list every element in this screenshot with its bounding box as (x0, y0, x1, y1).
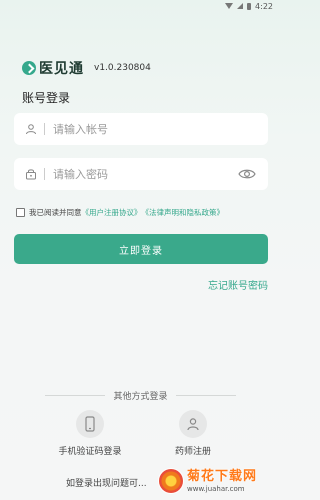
brand-header: 医见通 v1.0.230804 (22, 58, 151, 78)
brand-name: 医见通 (39, 61, 84, 77)
account-input[interactable] (53, 122, 223, 136)
user-icon (24, 122, 38, 136)
agreement-row: 我已阅读并同意 《用户注册协议》 《法律声明和隐私政策》 (16, 207, 224, 218)
watermark-url: www.juahar.com (187, 484, 245, 493)
person-icon[interactable] (179, 410, 207, 438)
legal-policy-link[interactable]: 《法律声明和隐私政策》 (142, 207, 225, 218)
pharmacist-register-label: 药师注册 (174, 447, 211, 457)
password-field[interactable] (14, 158, 268, 190)
status-time: 4:22 (255, 1, 273, 11)
pharmacist-register-option[interactable]: 药师注册 (153, 410, 233, 457)
status-bar: 4:22 (0, 0, 281, 12)
account-field[interactable] (14, 113, 268, 145)
other-login-header: 其他方式登录 (0, 389, 281, 402)
forgot-password-link[interactable]: 忘记账号密码 (208, 277, 268, 292)
wifi-icon (225, 3, 234, 9)
divider-line-right (175, 395, 236, 396)
battery-icon (247, 2, 252, 10)
eye-icon[interactable] (238, 166, 256, 185)
watermark-text: 菊花下载网 www.juahar.com (187, 469, 257, 494)
section-title: 账号登录 (22, 91, 71, 105)
phone-icon[interactable] (76, 410, 104, 438)
watermark-title: 菊花下载网 (187, 468, 258, 484)
phone-login-option[interactable]: 手机验证码登录 (50, 410, 130, 457)
lock-icon (24, 167, 38, 181)
divider-line-left (45, 395, 106, 396)
app-version: v1.0.230804 (94, 63, 151, 73)
phone-login-label: 手机验证码登录 (58, 447, 122, 457)
user-agreement-link[interactable]: 《用户注册协议》 (82, 207, 142, 218)
other-login-title: 其他方式登录 (113, 392, 168, 402)
field-divider (44, 168, 45, 180)
field-divider (44, 123, 45, 135)
help-text: 如登录出现问题可... (66, 479, 147, 489)
login-button[interactable]: 立即登录 (14, 234, 268, 264)
password-input[interactable] (53, 167, 223, 181)
agree-checkbox[interactable] (16, 208, 25, 217)
flower-logo-icon (159, 469, 183, 493)
agree-text: 我已阅读并同意 (29, 208, 82, 217)
signal-icon (237, 3, 244, 9)
watermark: 菊花下载网 www.juahar.com (159, 466, 277, 496)
logo-icon (22, 61, 36, 75)
